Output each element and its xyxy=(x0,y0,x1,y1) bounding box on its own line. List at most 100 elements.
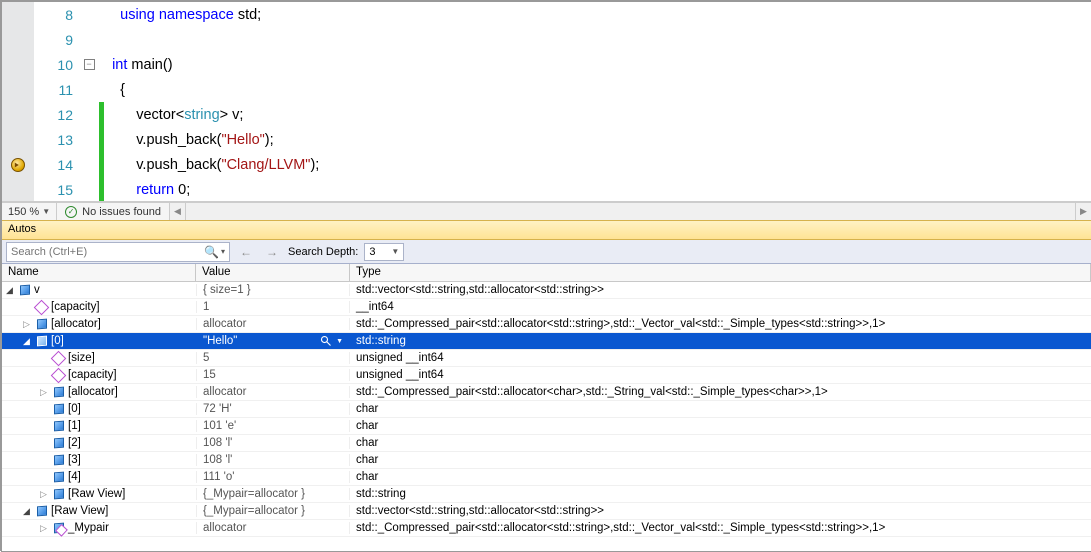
variable-row[interactable]: [1]101 'e'char xyxy=(2,418,1091,435)
variable-row[interactable]: [0]"Hello"▼std::string xyxy=(2,333,1091,350)
value-cell[interactable]: 111 'o' xyxy=(196,471,350,483)
breakpoint-gutter[interactable] xyxy=(2,27,34,52)
value-cell[interactable]: {_Mypair=allocator } xyxy=(196,488,350,500)
collapse-icon[interactable] xyxy=(4,285,15,296)
expand-icon[interactable] xyxy=(38,387,49,398)
breakpoint-gutter[interactable] xyxy=(2,52,34,77)
chevron-down-icon[interactable]: ▼ xyxy=(336,338,343,345)
code-editor[interactable]: 8 using namespace std;910− int main()11 … xyxy=(2,2,1091,202)
name-cell[interactable]: [4] xyxy=(2,471,196,484)
value-cell[interactable]: {_Mypair=allocator } xyxy=(196,505,350,517)
fold-minus-icon[interactable]: − xyxy=(84,59,95,70)
search-box[interactable]: 🔍 ▾ xyxy=(6,242,230,262)
value-cell[interactable]: 1 xyxy=(196,301,350,313)
name-cell[interactable]: [size] xyxy=(2,352,196,365)
name-cell[interactable]: [Raw View] xyxy=(2,488,196,501)
name-cell[interactable]: [capacity] xyxy=(2,301,196,314)
code-text[interactable]: { xyxy=(104,82,1091,98)
variable-row[interactable]: [size]5unsigned __int64 xyxy=(2,350,1091,367)
breakpoint-gutter[interactable] xyxy=(2,77,34,102)
value-cell[interactable]: allocator xyxy=(196,522,350,534)
code-line[interactable]: 8 using namespace std; xyxy=(2,2,1091,27)
scroll-right-icon[interactable]: ▶ xyxy=(1075,203,1091,220)
code-text[interactable]: using namespace std; xyxy=(104,7,1091,23)
code-text[interactable]: v.push_back("Hello"); xyxy=(104,132,1091,148)
code-text[interactable]: v.push_back("Clang/LLVM"); xyxy=(104,157,1091,173)
col-header-type[interactable]: Type xyxy=(350,264,1091,281)
variable-row[interactable]: [3]108 'l'char xyxy=(2,452,1091,469)
value-cell[interactable]: allocator xyxy=(196,386,350,398)
code-text[interactable]: vector<string> v; xyxy=(104,107,1091,123)
search-input[interactable] xyxy=(11,246,204,258)
expand-icon[interactable] xyxy=(21,319,32,330)
value-cell[interactable]: { size=1 } xyxy=(196,284,350,296)
variable-row[interactable]: [Raw View]{_Mypair=allocator }std::strin… xyxy=(2,486,1091,503)
code-text[interactable]: return 0; xyxy=(104,182,1091,198)
chevron-down-icon[interactable]: ▾ xyxy=(221,247,225,256)
name-cell[interactable]: [1] xyxy=(2,420,196,433)
value-cell[interactable]: allocator xyxy=(196,318,350,330)
name-cell[interactable]: [3] xyxy=(2,454,196,467)
name-cell[interactable]: [0] xyxy=(2,335,196,348)
variable-row[interactable]: [2]108 'l'char xyxy=(2,435,1091,452)
code-line[interactable]: 9 xyxy=(2,27,1091,52)
breakpoint-gutter[interactable] xyxy=(2,2,34,27)
name-cell[interactable]: [allocator] xyxy=(2,386,196,399)
breakpoint-gutter[interactable] xyxy=(2,177,34,202)
search-depth-dropdown[interactable]: 3 ▼ xyxy=(364,243,404,261)
value-cell[interactable]: 108 'l' xyxy=(196,437,350,449)
grid-header[interactable]: Name Value Type xyxy=(2,264,1091,282)
name-cell[interactable]: [2] xyxy=(2,437,196,450)
code-line[interactable]: 14 v.push_back("Clang/LLVM"); xyxy=(2,152,1091,177)
name-cell[interactable]: [capacity] xyxy=(2,369,196,382)
code-line[interactable]: 11 { xyxy=(2,77,1091,102)
collapse-icon[interactable] xyxy=(21,506,32,517)
horizontal-scrollbar[interactable]: ◀ ▶ xyxy=(169,203,1091,220)
expand-icon[interactable] xyxy=(38,489,49,500)
breakpoint-gutter[interactable] xyxy=(2,127,34,152)
name-cell[interactable]: [Raw View] xyxy=(2,505,196,518)
code-line[interactable]: 13 v.push_back("Hello"); xyxy=(2,127,1091,152)
code-line[interactable]: 15 return 0; xyxy=(2,177,1091,202)
value-cell[interactable]: 108 'l' xyxy=(196,454,350,466)
breakpoint-gutter[interactable] xyxy=(2,102,34,127)
variable-row[interactable]: [4]111 'o'char xyxy=(2,469,1091,486)
search-next-button[interactable]: → xyxy=(262,245,282,259)
name-cell[interactable]: [0] xyxy=(2,403,196,416)
zoom-dropdown[interactable]: 150 % ▼ xyxy=(2,203,57,220)
name-cell[interactable]: [allocator] xyxy=(2,318,196,331)
variable-row[interactable]: _Mypairallocatorstd::_Compressed_pair<st… xyxy=(2,520,1091,537)
variable-row[interactable]: [allocator]allocatorstd::_Compressed_pai… xyxy=(2,384,1091,401)
code-text[interactable]: int main() xyxy=(104,57,1091,73)
col-header-value[interactable]: Value xyxy=(196,264,350,281)
value-cell[interactable]: 15 xyxy=(196,369,350,381)
value-cell[interactable]: 72 'H' xyxy=(196,403,350,415)
name-cell[interactable]: v xyxy=(2,284,196,297)
value-cell[interactable]: 101 'e' xyxy=(196,420,350,432)
scroll-left-icon[interactable]: ◀ xyxy=(170,203,186,220)
collapse-icon[interactable] xyxy=(21,336,32,347)
breakpoint-gutter[interactable] xyxy=(2,152,34,177)
col-header-name[interactable]: Name xyxy=(2,264,196,281)
code-line[interactable]: 10− int main() xyxy=(2,52,1091,77)
variable-row[interactable]: [capacity]1__int64 xyxy=(2,299,1091,316)
property-icon xyxy=(52,369,65,382)
variable-row[interactable]: v{ size=1 }std::vector<std::string,std::… xyxy=(2,282,1091,299)
variable-row[interactable]: [capacity]15unsigned __int64 xyxy=(2,367,1091,384)
variable-row[interactable]: [0]72 'H'char xyxy=(2,401,1091,418)
value-cell[interactable]: "Hello"▼ xyxy=(196,335,350,348)
search-prev-button[interactable]: ← xyxy=(236,245,256,259)
fold-gutter[interactable]: − xyxy=(79,59,99,70)
name-cell[interactable]: _Mypair xyxy=(2,522,196,535)
issues-status[interactable]: ✓ No issues found xyxy=(57,203,169,220)
current-line-arrow-icon xyxy=(11,158,25,172)
code-line[interactable]: 12 vector<string> v; xyxy=(2,102,1091,127)
variable-row[interactable]: [allocator]allocatorstd::_Compressed_pai… xyxy=(2,316,1091,333)
value-cell[interactable]: 5 xyxy=(196,352,350,364)
visualizer-icon[interactable] xyxy=(319,335,332,348)
autos-pane-title[interactable]: Autos xyxy=(2,220,1091,240)
search-icon[interactable]: 🔍 xyxy=(204,245,219,259)
autos-grid[interactable]: Name Value Type v{ size=1 }std::vector<s… xyxy=(2,264,1091,537)
expand-icon[interactable] xyxy=(38,523,49,534)
variable-row[interactable]: [Raw View]{_Mypair=allocator }std::vecto… xyxy=(2,503,1091,520)
